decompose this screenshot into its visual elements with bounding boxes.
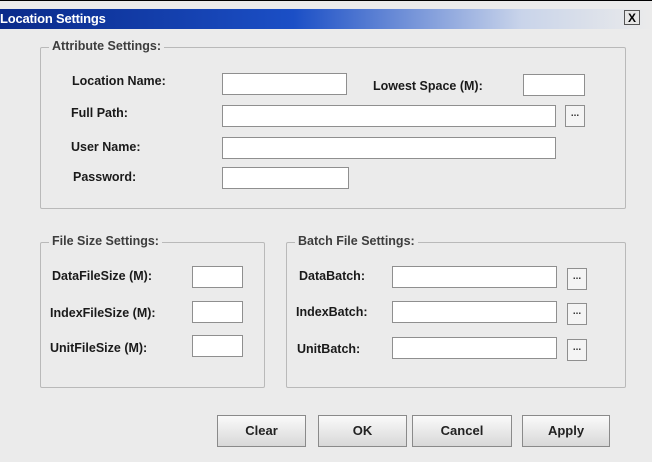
unit-batch-label: UnitBatch: xyxy=(297,342,361,356)
dialog-content: Attribute Settings: Location Name: Lowes… xyxy=(0,29,652,462)
location-name-label: Location Name: xyxy=(72,74,166,88)
attribute-settings-title: Attribute Settings: xyxy=(49,39,165,53)
user-name-label: User Name: xyxy=(71,140,141,154)
full-path-input[interactable] xyxy=(222,105,556,127)
cancel-button[interactable]: Cancel xyxy=(412,415,512,447)
index-batch-input[interactable] xyxy=(392,301,557,323)
data-file-size-label: DataFileSize (M): xyxy=(52,269,153,283)
unit-batch-input[interactable] xyxy=(392,337,557,359)
password-label: Password: xyxy=(73,170,137,184)
password-input[interactable] xyxy=(222,167,349,189)
data-batch-label: DataBatch: xyxy=(299,269,365,283)
apply-button[interactable]: Apply xyxy=(522,415,610,447)
ok-button[interactable]: OK xyxy=(318,415,407,447)
unit-file-size-input[interactable] xyxy=(192,335,243,357)
clear-button[interactable]: Clear xyxy=(217,415,306,447)
index-file-size-input[interactable] xyxy=(192,301,243,323)
data-batch-browse-button[interactable]: ... xyxy=(567,268,587,290)
close-button[interactable]: X xyxy=(624,10,640,25)
lowest-space-input[interactable] xyxy=(523,74,585,96)
data-batch-input[interactable] xyxy=(392,266,557,288)
index-batch-browse-button[interactable]: ... xyxy=(567,303,587,325)
full-path-browse-button[interactable]: ... xyxy=(565,105,585,127)
batch-file-settings-title: Batch File Settings: xyxy=(295,234,418,248)
location-name-input[interactable] xyxy=(222,73,347,95)
user-name-input[interactable] xyxy=(222,137,556,159)
data-file-size-input[interactable] xyxy=(192,266,243,288)
title-bar[interactable]: Location Settings X xyxy=(0,9,652,29)
location-settings-dialog: Location Settings X Attribute Settings: … xyxy=(0,0,652,462)
lowest-space-label: Lowest Space (M): xyxy=(373,79,483,93)
unit-batch-browse-button[interactable]: ... xyxy=(567,339,587,361)
file-size-settings-title: File Size Settings: xyxy=(49,234,162,248)
unit-file-size-label: UnitFileSize (M): xyxy=(50,341,148,355)
index-batch-label: IndexBatch: xyxy=(296,305,368,319)
full-path-label: Full Path: xyxy=(71,106,128,120)
index-file-size-label: IndexFileSize (M): xyxy=(50,306,156,320)
window-title: Location Settings xyxy=(0,11,106,26)
